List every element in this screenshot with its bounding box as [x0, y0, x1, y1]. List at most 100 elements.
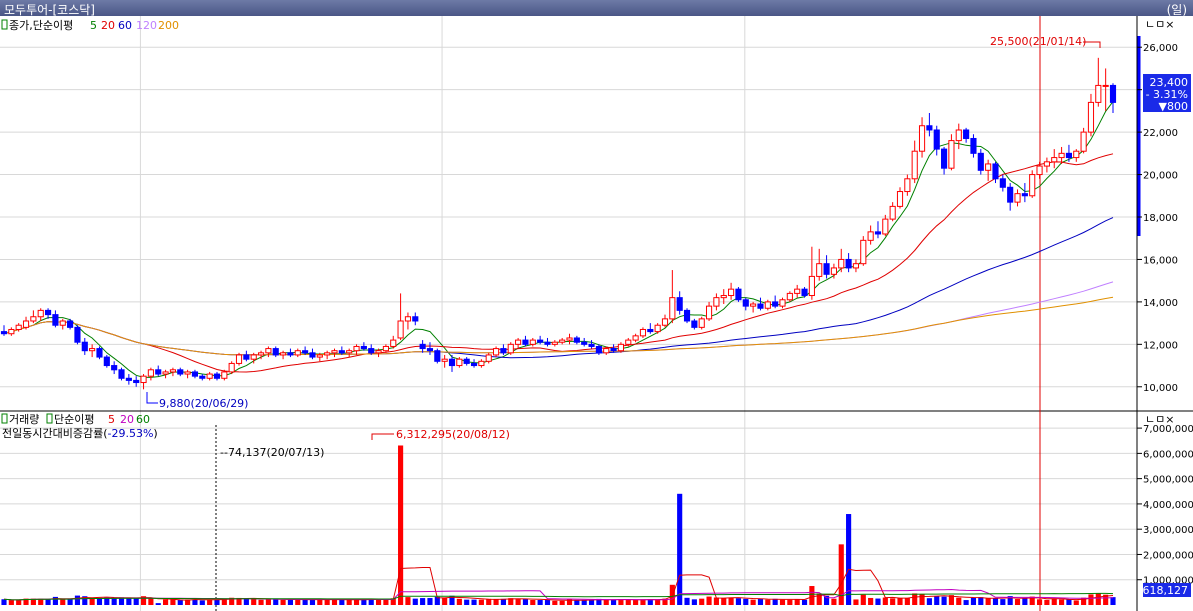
- volume-bar[interactable]: [1036, 599, 1043, 605]
- volume-bar[interactable]: [992, 598, 999, 605]
- stock-chart[interactable]: 종가,단순이평 5 20 60 120 200 거래량 단순이평 5 20 60…: [0, 16, 1193, 611]
- candle[interactable]: [74, 325, 81, 345]
- volume-bar[interactable]: [904, 598, 910, 605]
- candle[interactable]: [1080, 127, 1087, 154]
- volume-bar[interactable]: [699, 598, 705, 605]
- volume-bar[interactable]: [126, 598, 132, 605]
- volume-bar[interactable]: [787, 599, 793, 605]
- volume-bar[interactable]: [581, 599, 587, 605]
- volume-bar[interactable]: [258, 599, 264, 605]
- volume-bar[interactable]: [956, 597, 962, 605]
- volume-bar[interactable]: [243, 598, 249, 605]
- volume-bar[interactable]: [74, 595, 81, 605]
- candle[interactable]: [1029, 170, 1036, 198]
- volume-bar[interactable]: [985, 598, 991, 605]
- volume-bar[interactable]: [544, 599, 551, 605]
- volume-bar[interactable]: [963, 600, 969, 605]
- volume-bar[interactable]: [89, 598, 95, 605]
- volume-bar[interactable]: [794, 599, 800, 605]
- candle[interactable]: [103, 354, 110, 368]
- volume-bar[interactable]: [412, 598, 418, 605]
- volume-bar[interactable]: [1066, 599, 1072, 605]
- candle[interactable]: [235, 352, 243, 366]
- volume-bar[interactable]: [706, 596, 712, 605]
- volume-bar[interactable]: [574, 599, 580, 605]
- volume-bar[interactable]: [897, 597, 903, 605]
- candle[interactable]: [118, 367, 125, 381]
- candle[interactable]: [507, 342, 514, 355]
- volume-bar[interactable]: [691, 599, 697, 605]
- candle[interactable]: [228, 361, 235, 375]
- volume-bar[interactable]: [831, 598, 837, 605]
- volume-bar[interactable]: [16, 600, 22, 605]
- candle[interactable]: [735, 287, 742, 302]
- volume-bar[interactable]: [633, 600, 639, 605]
- volume-bar[interactable]: [207, 599, 213, 605]
- volume-bar[interactable]: [603, 599, 609, 605]
- volume-bar[interactable]: [765, 599, 771, 605]
- volume-bar[interactable]: [464, 599, 470, 605]
- volume-bar[interactable]: [324, 599, 330, 605]
- candle[interactable]: [977, 149, 984, 175]
- volume-bar[interactable]: [265, 598, 271, 605]
- volume-bar[interactable]: [860, 594, 866, 605]
- volume-bar[interactable]: [1051, 598, 1057, 605]
- candle[interactable]: [96, 346, 103, 360]
- volume-bar[interactable]: [420, 598, 426, 605]
- volume-bar[interactable]: [677, 493, 683, 605]
- candle[interactable]: [434, 348, 441, 364]
- volume-bar[interactable]: [500, 598, 506, 605]
- volume-bar[interactable]: [1014, 599, 1021, 605]
- volume-bar[interactable]: [611, 599, 617, 605]
- volume-bar[interactable]: [1, 599, 7, 605]
- volume-bar[interactable]: [442, 597, 448, 605]
- volume-bar[interactable]: [8, 600, 14, 605]
- volume-bar[interactable]: [280, 599, 286, 605]
- volume-bar[interactable]: [868, 597, 874, 605]
- volume-bar[interactable]: [941, 596, 947, 605]
- volume-bar[interactable]: [934, 596, 940, 605]
- volume-bar[interactable]: [405, 597, 411, 605]
- volume-bar[interactable]: [882, 597, 888, 605]
- price-pane-buttons[interactable]: ㄴㅁ×: [1145, 18, 1174, 31]
- volume-bar[interactable]: [655, 599, 661, 605]
- volume-bar[interactable]: [735, 598, 742, 605]
- volume-bar[interactable]: [170, 599, 176, 605]
- volume-bar[interactable]: [684, 597, 690, 605]
- volume-bar[interactable]: [728, 597, 734, 605]
- volume-bar[interactable]: [750, 599, 756, 605]
- volume-bar[interactable]: [757, 598, 764, 605]
- volume-bar[interactable]: [251, 598, 257, 605]
- volume-bar[interactable]: [721, 598, 727, 605]
- volume-bar[interactable]: [970, 597, 977, 605]
- volume-bar[interactable]: [199, 600, 205, 605]
- volume-bar[interactable]: [1000, 599, 1006, 605]
- volume-bar[interactable]: [67, 599, 73, 605]
- volume-bar[interactable]: [588, 599, 595, 605]
- volume-bar[interactable]: [875, 598, 881, 605]
- volume-bar[interactable]: [295, 599, 301, 605]
- volume-bar[interactable]: [515, 599, 521, 605]
- volume-bar[interactable]: [339, 599, 345, 605]
- volume-bar[interactable]: [456, 598, 462, 605]
- volume-bar[interactable]: [133, 598, 139, 605]
- volume-bar[interactable]: [273, 598, 279, 605]
- candle[interactable]: [860, 236, 867, 266]
- volume-bar[interactable]: [331, 599, 338, 605]
- candle[interactable]: [698, 316, 705, 330]
- volume-bar[interactable]: [427, 598, 433, 605]
- volume-bar[interactable]: [1059, 599, 1065, 605]
- volume-bar[interactable]: [1088, 594, 1094, 605]
- volume-bar[interactable]: [287, 599, 294, 605]
- volume-bar[interactable]: [383, 599, 389, 605]
- volume-bar[interactable]: [192, 599, 198, 605]
- volume-bar[interactable]: [853, 599, 859, 605]
- volume-bar[interactable]: [801, 599, 808, 605]
- volume-bar[interactable]: [317, 599, 323, 605]
- volume-bar[interactable]: [45, 599, 51, 605]
- volume-bar[interactable]: [978, 597, 984, 605]
- volume-bar[interactable]: [912, 593, 918, 605]
- candle[interactable]: [683, 308, 691, 324]
- volume-bar[interactable]: [1022, 598, 1028, 605]
- volume-bar[interactable]: [361, 599, 367, 605]
